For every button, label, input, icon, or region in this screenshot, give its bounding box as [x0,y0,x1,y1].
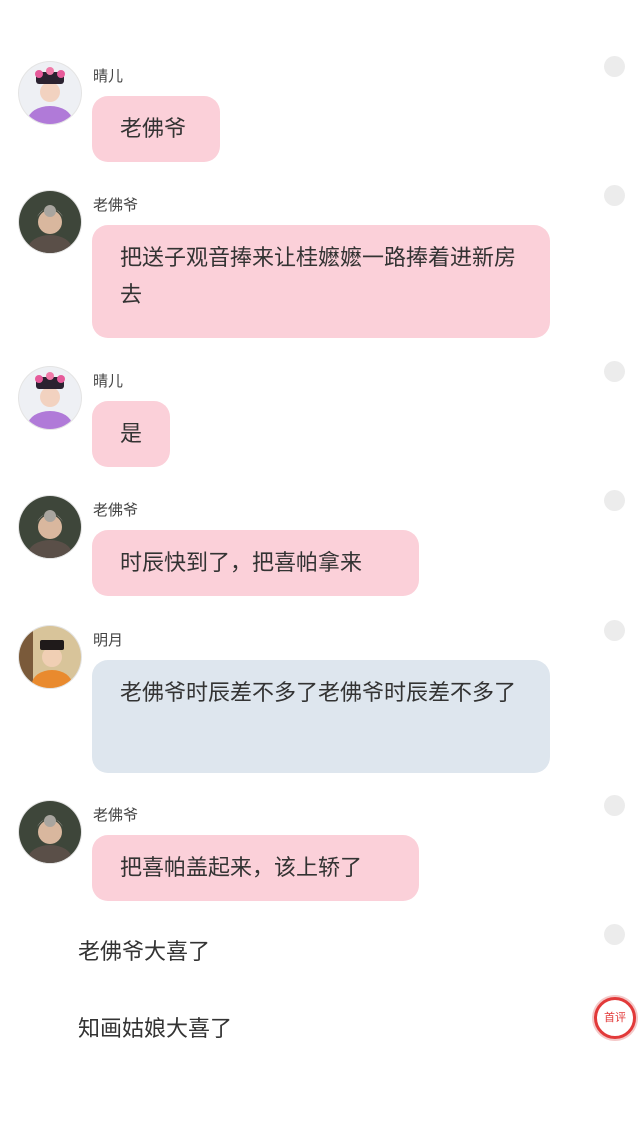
sender-name: 老佛爷 [93,196,139,214]
more-dot-icon[interactable] [604,185,625,206]
sender-name: 晴儿 [93,67,124,85]
sender-name: 晴儿 [93,372,124,390]
badge-label: 首评 [604,1011,626,1024]
laofoye-avatar[interactable] [19,191,81,253]
more-dot-icon[interactable] [604,56,625,77]
laofoye-avatar[interactable] [19,496,81,558]
first-review-badge[interactable]: 首评 [594,997,636,1039]
narration-line: 老佛爷大喜了 [78,940,211,965]
message-bubble[interactable]: 把喜帕盖起来，该上轿了 [92,835,419,901]
more-dot-icon[interactable] [604,620,625,641]
sender-name: 老佛爷 [93,501,139,519]
message-bubble[interactable]: 老佛爷时辰差不多了老佛爷时辰差不多了 [92,660,550,773]
qinger-avatar[interactable] [19,367,81,429]
more-dot-icon[interactable] [604,795,625,816]
message-bubble[interactable]: 是 [92,401,170,467]
more-dot-icon[interactable] [604,490,625,511]
chat-page: 晴儿 老佛爷 老佛爷 把送子观音捧来让桂嬷嬷一路捧着进新房去 晴儿 是 老佛爷 … [0,0,640,1138]
mingyue-avatar[interactable] [19,626,81,688]
sender-name: 明月 [93,631,124,649]
qinger-avatar[interactable] [19,62,81,124]
more-dot-icon[interactable] [604,924,625,945]
sender-name: 老佛爷 [93,806,139,824]
laofoye-avatar[interactable] [19,801,81,863]
narration-line: 知画姑娘大喜了 [78,1017,233,1042]
message-bubble[interactable]: 把送子观音捧来让桂嬷嬷一路捧着进新房去 [92,225,550,338]
more-dot-icon[interactable] [604,361,625,382]
message-bubble[interactable]: 老佛爷 [92,96,220,162]
message-bubble[interactable]: 时辰快到了，把喜帕拿来 [92,530,419,596]
